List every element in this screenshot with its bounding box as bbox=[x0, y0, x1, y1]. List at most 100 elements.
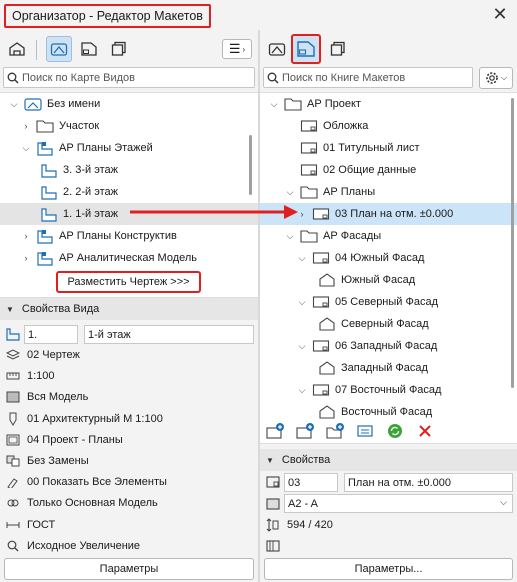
chevron-down-icon[interactable]: ⌵ bbox=[268, 98, 280, 110]
chevron-right-icon[interactable]: › bbox=[20, 230, 32, 242]
view-property-row[interactable]: 04 Проект - Планы bbox=[0, 429, 258, 451]
tree-item-root[interactable]: ⌵ Без имени bbox=[0, 93, 258, 115]
new-subset-icon[interactable] bbox=[264, 421, 286, 441]
update-icon[interactable] bbox=[384, 421, 406, 441]
tree-item[interactable]: ⌵ АР Фасады bbox=[260, 225, 517, 247]
tree-item[interactable]: 01 Титульный лист bbox=[260, 137, 517, 159]
publisher-sets-icon[interactable] bbox=[325, 36, 351, 62]
layout-size-select[interactable]: A2 - A ⌵ bbox=[284, 494, 513, 513]
layout-icon bbox=[312, 294, 330, 310]
tree-item[interactable]: Западный Фасад bbox=[260, 357, 517, 379]
layout-id-field[interactable]: 03 bbox=[284, 473, 338, 492]
tree-item[interactable]: Северный Фасад bbox=[260, 313, 517, 335]
tree-item[interactable]: › Участок bbox=[0, 115, 258, 137]
tree-item[interactable]: ⌵ АР Планы Этажей bbox=[0, 137, 258, 159]
chevron-down-icon[interactable]: ⌵ bbox=[296, 384, 308, 396]
view-name-field[interactable]: 1-й этаж bbox=[84, 325, 254, 344]
layout-book-icon[interactable] bbox=[291, 34, 321, 64]
view-properties-header[interactable]: ▼ Свойства Вида bbox=[0, 298, 258, 320]
tree-item[interactable]: ⌵ АР Планы bbox=[260, 181, 517, 203]
parameters-button[interactable]: Параметры... bbox=[264, 558, 513, 580]
floor-plan-folder-icon bbox=[36, 250, 54, 266]
collapse-triangle-icon[interactable]: ▼ bbox=[266, 456, 274, 465]
chevron-down-icon[interactable]: ⌵ bbox=[284, 186, 296, 198]
layout-properties-header[interactable]: ▼ Свойства bbox=[260, 449, 517, 471]
view-property-row[interactable]: 01 Архитектурный М 1:100 bbox=[0, 408, 258, 430]
tree-item[interactable]: Южный Фасад bbox=[260, 269, 517, 291]
select-value: A2 - A bbox=[288, 497, 318, 510]
collapse-triangle-icon[interactable]: ▼ bbox=[6, 305, 14, 314]
view-property-row[interactable]: 1:100 bbox=[0, 365, 258, 387]
tree-item-selected[interactable]: › 03 План на отм. ±0.000 bbox=[260, 203, 517, 225]
master-layout-icon[interactable] bbox=[354, 421, 376, 441]
new-folder-icon[interactable] bbox=[324, 421, 346, 441]
layout-icon bbox=[300, 118, 318, 134]
tree-item[interactable]: › АР Планы Конструктив bbox=[0, 225, 258, 247]
layout-book-search[interactable] bbox=[263, 67, 473, 88]
tree-item-label: АР Планы Этажей bbox=[59, 142, 153, 154]
search-input[interactable] bbox=[22, 71, 254, 84]
view-map-icon[interactable] bbox=[264, 36, 290, 62]
tree-item[interactable]: ⌵ 04 Южный Фасад bbox=[260, 247, 517, 269]
view-property-row[interactable]: Только Основная Модель bbox=[0, 492, 258, 514]
chevron-right-icon[interactable]: › bbox=[296, 208, 308, 220]
tree-item[interactable]: Обложка bbox=[260, 115, 517, 137]
chevron-down-icon[interactable]: ⌵ bbox=[20, 142, 32, 154]
publisher-sets-icon[interactable] bbox=[106, 36, 132, 62]
delete-icon[interactable] bbox=[414, 421, 436, 441]
tree-item[interactable]: ⌵ 06 Западный Фасад bbox=[260, 335, 517, 357]
view-property-row[interactable]: ГОСТ bbox=[0, 514, 258, 536]
view-property-row[interactable]: Исходное Увеличение bbox=[0, 535, 258, 557]
chevron-right-icon[interactable]: › bbox=[20, 120, 32, 132]
gear-icon[interactable]: ⌵ bbox=[479, 67, 513, 89]
folder-icon bbox=[36, 118, 54, 134]
new-layout-icon[interactable] bbox=[294, 421, 316, 441]
layout-book-icon[interactable] bbox=[76, 36, 102, 62]
tree-item-label: 06 Западный Фасад bbox=[335, 340, 438, 352]
chevron-down-icon[interactable]: ⌵ bbox=[296, 296, 308, 308]
options-menu-button[interactable]: ☰ › bbox=[222, 39, 252, 59]
tree-item-label: Обложка bbox=[323, 120, 369, 132]
tree-item-root[interactable]: ⌵ АР Проект bbox=[260, 93, 517, 115]
tree-item[interactable]: ⌵ 05 Северный Фасад bbox=[260, 291, 517, 313]
place-drawing-button[interactable]: Разместить Чертеж >>> bbox=[56, 271, 201, 293]
layout-icon bbox=[300, 140, 318, 156]
tree-item-label: Западный Фасад bbox=[341, 362, 428, 374]
tree-item[interactable]: › АР Аналитическая Модель bbox=[0, 247, 258, 269]
chevron-down-icon[interactable]: ⌵ bbox=[296, 340, 308, 352]
close-icon[interactable]: ✕ bbox=[491, 5, 509, 23]
search-input[interactable] bbox=[282, 71, 472, 84]
scrollbar[interactable] bbox=[249, 135, 252, 195]
tree-item[interactable]: 02 Общие данные bbox=[260, 159, 517, 181]
view-property-row[interactable]: 02 Чертеж bbox=[0, 344, 258, 366]
layout-info-icon bbox=[265, 539, 281, 553]
view-property-row[interactable]: Без Замены bbox=[0, 450, 258, 472]
tree-item-label: 03 План на отм. ±0.000 bbox=[335, 208, 454, 220]
parameters-button[interactable]: Параметры bbox=[4, 558, 254, 580]
tree-item-label: АР Фасады bbox=[323, 230, 382, 242]
view-map-search[interactable] bbox=[3, 67, 255, 88]
view-property-row[interactable]: 00 Показать Все Элементы bbox=[0, 471, 258, 493]
tree-item-label: 07 Восточный Фасад bbox=[335, 384, 442, 396]
folder-icon bbox=[300, 228, 318, 244]
tree-item[interactable]: ⌵ 07 Восточный Фасад bbox=[260, 379, 517, 401]
tree-item[interactable]: 3. 3-й этаж bbox=[0, 159, 258, 181]
chevron-right-icon[interactable]: › bbox=[20, 252, 32, 264]
chevron-down-icon[interactable]: ⌵ bbox=[296, 252, 308, 264]
layout-name-field[interactable]: План на отм. ±0.000 bbox=[344, 473, 513, 492]
tree-item-selected[interactable]: 1. 1-й этаж bbox=[0, 203, 258, 225]
view-property-value: 00 Показать Все Элементы bbox=[27, 476, 167, 489]
layout-icon bbox=[312, 250, 330, 266]
chevron-down-icon: ⌵ bbox=[500, 497, 507, 507]
section-title: Свойства Вида bbox=[21, 303, 100, 315]
view-property-row[interactable]: Вся Модель bbox=[0, 386, 258, 408]
scrollbar[interactable] bbox=[511, 98, 514, 388]
chevron-down-icon[interactable]: ⌵ bbox=[284, 230, 296, 242]
floor-plan-icon bbox=[40, 206, 58, 222]
view-map-icon[interactable] bbox=[46, 36, 72, 62]
tree-item[interactable]: 2. 2-й этаж bbox=[0, 181, 258, 203]
layout-icon bbox=[312, 206, 330, 222]
chevron-down-icon[interactable]: ⌵ bbox=[8, 98, 20, 110]
view-id-field[interactable]: 1. bbox=[24, 325, 78, 344]
project-map-icon[interactable] bbox=[4, 36, 30, 62]
